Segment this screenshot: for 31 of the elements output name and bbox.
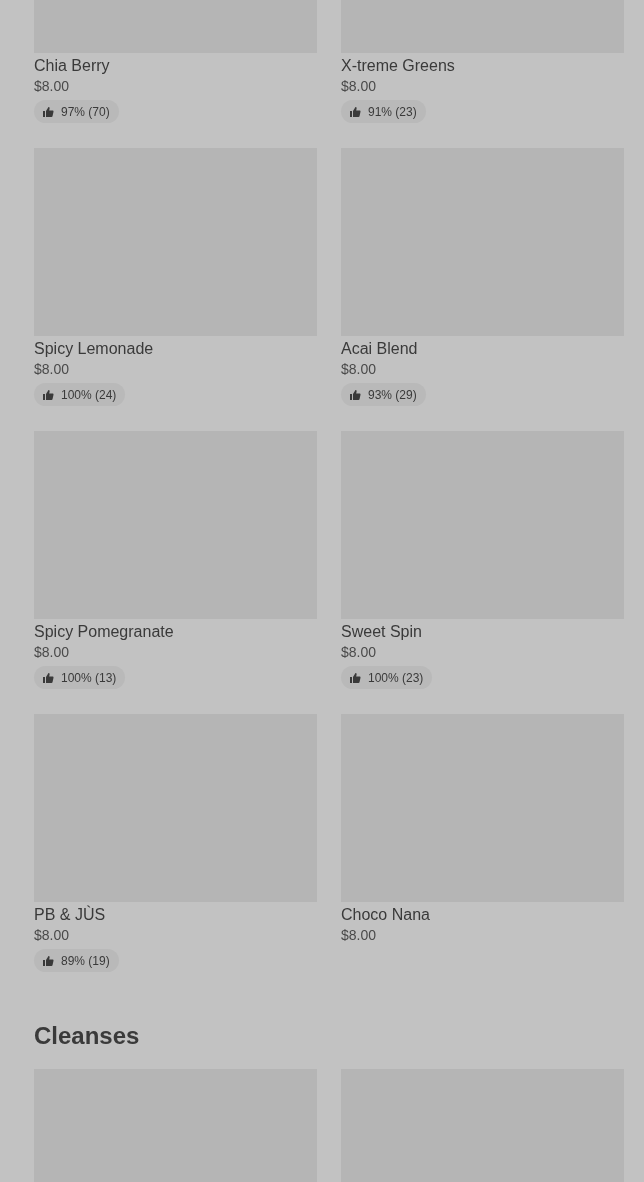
thumbs-up-icon [42, 671, 54, 684]
thumbs-up-icon [349, 671, 361, 684]
product-name[interactable]: Acai Blend [341, 339, 418, 359]
product-price: $8.00 [34, 360, 70, 379]
thumbs-up-icon [42, 388, 54, 401]
thumbs-up-icon [42, 105, 54, 118]
product-name[interactable]: Chia Berry [34, 56, 110, 76]
product-price: $8.00 [34, 77, 70, 96]
rating-text: 100% (24) [61, 386, 117, 404]
thumbs-up-icon [349, 105, 361, 118]
rating-text: 97% (70) [61, 103, 110, 121]
product-price: $8.00 [34, 926, 70, 945]
product-name[interactable]: Spicy Lemonade [34, 339, 154, 359]
product-price: $8.00 [341, 360, 377, 379]
product-name[interactable]: Sweet Spin [341, 622, 422, 642]
thumbs-up-icon [42, 954, 54, 967]
product-name[interactable]: Spicy Pomegranate [34, 622, 174, 642]
product-name[interactable]: X-treme Greens [341, 56, 455, 76]
rating-text: 100% (13) [61, 669, 117, 687]
rating-text: 91% (23) [368, 103, 417, 121]
product-name[interactable]: PB & JÙS [34, 905, 106, 925]
rating-text: 89% (19) [61, 952, 110, 970]
product-price: $8.00 [341, 77, 377, 96]
product-price: $8.00 [34, 643, 70, 662]
rating-text: 100% (23) [368, 669, 424, 687]
section-heading: Cleanses [34, 1021, 141, 1051]
product-price: $8.00 [341, 643, 377, 662]
rating-text: 93% (29) [368, 386, 417, 404]
product-price: $8.00 [341, 926, 377, 945]
product-name[interactable]: Choco Nana [341, 905, 430, 925]
thumbs-up-icon [349, 388, 361, 401]
